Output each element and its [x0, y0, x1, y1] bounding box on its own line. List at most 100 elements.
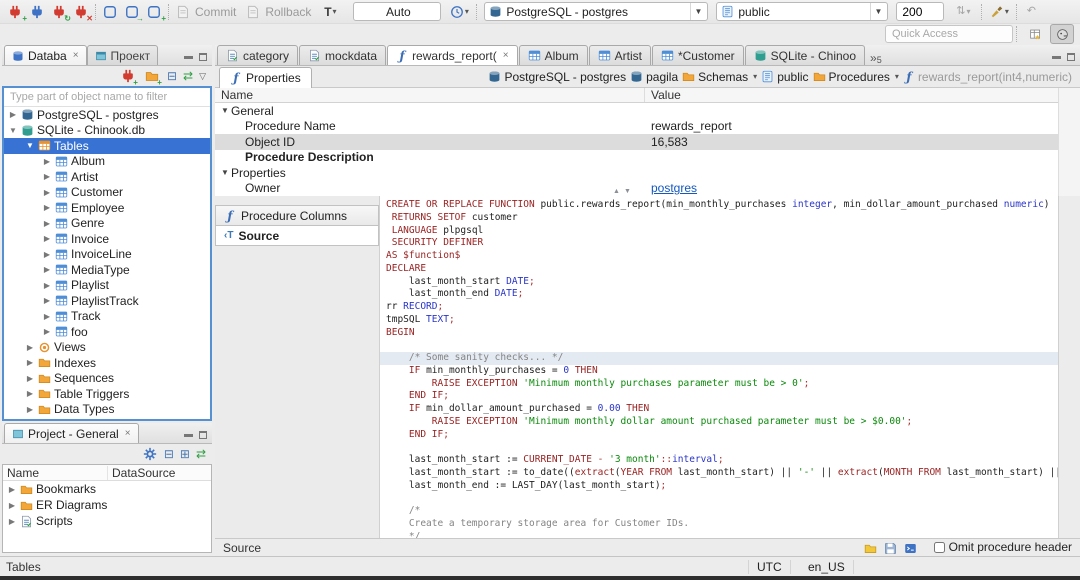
minimize-icon[interactable]: [1052, 55, 1061, 59]
chevron-right-icon[interactable]: ▶: [7, 501, 17, 510]
sync-icon[interactable]: ⇅ ▾: [948, 2, 978, 22]
breadcrumb-item[interactable]: pagila: [630, 70, 678, 84]
tab-procedure-columns[interactable]: ƒ Procedure Columns: [215, 205, 379, 226]
tree-item[interactable]: ▶ Playlist: [4, 278, 210, 294]
tree-item[interactable]: ▶ Employee: [4, 200, 210, 216]
column-name[interactable]: Name: [3, 465, 108, 480]
collapse-all-icon[interactable]: ⊟: [164, 448, 174, 460]
column-name[interactable]: Name: [215, 88, 645, 102]
maximize-icon[interactable]: [199, 431, 207, 439]
combo-arrow-icon[interactable]: ▼: [870, 3, 885, 20]
new-connection-icon[interactable]: +: [119, 66, 138, 87]
chevron-right-icon[interactable]: ▶: [7, 485, 17, 494]
active-connection-combo[interactable]: PostgreSQL - postgres ▼: [484, 2, 709, 21]
tree-item[interactable]: ▶ Data Types: [4, 402, 210, 418]
property-row[interactable]: Procedure Name rewards_report: [215, 119, 1058, 135]
tab-overflow-icon[interactable]: » 5: [866, 51, 886, 65]
format-brush-icon[interactable]: ▾: [985, 2, 1013, 22]
chevron-right-icon[interactable]: ▶: [42, 172, 52, 181]
reconnect-icon[interactable]: ↻: [48, 2, 71, 22]
close-icon[interactable]: ×: [503, 50, 509, 61]
chevron-right-icon[interactable]: ▶: [42, 281, 52, 290]
chevron-down-icon[interactable]: ▾: [753, 72, 757, 81]
tree-item[interactable]: ▶ Genre: [4, 216, 210, 232]
tree-item[interactable]: ▶ Table Triggers: [4, 386, 210, 402]
console-icon[interactable]: [904, 540, 917, 554]
breadcrumb-item[interactable]: ƒ rewards_report(int4,numeric): [903, 70, 1072, 84]
tab-database-navigator[interactable]: Databa ×: [4, 45, 87, 65]
tree-item[interactable]: ▶ Album: [4, 154, 210, 170]
tab-source[interactable]: ‹T Source: [215, 225, 379, 246]
chevron-right-icon[interactable]: ▶: [42, 312, 52, 321]
tree-item[interactable]: ▶ Indexes: [4, 355, 210, 371]
view-menu-icon[interactable]: ▽: [199, 71, 206, 81]
chevron-right-icon[interactable]: ▶: [42, 157, 52, 166]
expand-all-icon[interactable]: ⊞: [180, 448, 190, 460]
chevron-down-icon[interactable]: ▼: [8, 126, 18, 135]
chevron-right-icon[interactable]: ▶: [42, 296, 52, 305]
source-editor[interactable]: CREATE OR REPLACE FUNCTION public.reward…: [380, 196, 1058, 538]
property-row[interactable]: ▼ General: [215, 103, 1058, 119]
commit-button[interactable]: Commit: [195, 5, 236, 19]
column-value[interactable]: Value: [645, 88, 681, 102]
breadcrumb-item[interactable]: public: [761, 70, 809, 84]
editor-tab[interactable]: ƒ rewards_report(×: [387, 45, 518, 65]
commit-mode-combo[interactable]: Auto: [353, 2, 442, 21]
breadcrumb-item[interactable]: Procedures ▾: [813, 70, 899, 84]
tree-item[interactable]: ▶ MediaType: [4, 262, 210, 278]
save-icon[interactable]: [884, 540, 897, 554]
fetch-size-input[interactable]: [896, 2, 945, 21]
chevron-right-icon[interactable]: ▶: [42, 234, 52, 243]
column-datasource[interactable]: DataSource: [108, 466, 175, 480]
open-sql-editor-icon[interactable]: →: [121, 2, 144, 22]
omit-procedure-header-checkbox[interactable]: [933, 541, 945, 553]
tree-item[interactable]: ▼ SQLite - Chinook.db: [4, 123, 210, 139]
tree-item[interactable]: ▶ foo: [4, 324, 210, 340]
tree-item[interactable]: ▶ Customer: [4, 185, 210, 201]
tree-item[interactable]: ▶ PlaylistTrack: [4, 293, 210, 309]
tree-item[interactable]: ▶ Views: [4, 340, 210, 356]
tab-project-general[interactable]: Project - General ×: [4, 423, 139, 443]
undo-icon[interactable]: ↶: [1020, 2, 1042, 22]
maximize-icon[interactable]: [1067, 53, 1075, 61]
tree-item[interactable]: ▶ Track: [4, 309, 210, 325]
chevron-right-icon[interactable]: ▶: [25, 405, 35, 414]
link-with-editor-icon[interactable]: ⇄: [196, 448, 206, 460]
combo-arrow-icon[interactable]: ▼: [690, 3, 705, 20]
chevron-right-icon[interactable]: ▶: [42, 188, 52, 197]
chevron-right-icon[interactable]: ▶: [25, 374, 35, 383]
breadcrumb-item[interactable]: PostgreSQL - postgres: [488, 70, 626, 84]
settings-gear-icon[interactable]: [142, 444, 158, 464]
tab-projects[interactable]: Проект: [86, 45, 159, 65]
chevron-right-icon[interactable]: ▶: [25, 389, 35, 398]
editor-tab[interactable]: *Customer: [651, 45, 744, 65]
property-row[interactable]: ▼ Properties: [215, 165, 1058, 181]
connect-icon[interactable]: [26, 2, 48, 22]
chevron-right-icon[interactable]: ▶: [25, 358, 35, 367]
editor-tab[interactable]: category: [217, 45, 299, 65]
tree-item[interactable]: ▼ Tables: [4, 138, 210, 154]
chevron-right-icon[interactable]: ▶: [7, 517, 17, 526]
collapse-all-icon[interactable]: ⊟: [167, 70, 177, 82]
object-filter-input[interactable]: [4, 88, 210, 107]
tab-properties[interactable]: ƒ Properties: [219, 66, 312, 88]
tree-item[interactable]: ▶ InvoiceLine: [4, 247, 210, 263]
splitter-arrows[interactable]: ▲ ▼: [613, 188, 631, 195]
transaction-history-icon[interactable]: ▾: [445, 2, 473, 22]
quick-access-input[interactable]: [885, 25, 1013, 43]
disconnect-icon[interactable]: ✕: [70, 2, 93, 22]
new-connection-icon[interactable]: +: [4, 2, 27, 22]
property-row[interactable]: Procedure Description: [215, 150, 1058, 166]
link-with-editor-icon[interactable]: ⇄: [183, 70, 193, 82]
property-row[interactable]: Object ID 16,583: [215, 134, 1058, 150]
sql-editor-icon[interactable]: [99, 2, 121, 22]
properties-scrollbar[interactable]: [1058, 88, 1080, 196]
editor-tab[interactable]: SQLite - Chinoo: [744, 45, 866, 65]
active-schema-combo[interactable]: public ▼: [716, 2, 889, 21]
close-icon[interactable]: ×: [125, 428, 131, 439]
editor-tab[interactable]: Artist: [588, 45, 651, 65]
open-file-icon[interactable]: [864, 540, 877, 554]
tree-item[interactable]: ▶ Sequences: [4, 371, 210, 387]
chevron-down-icon[interactable]: ▾: [895, 72, 899, 81]
editor-tab[interactable]: mockdata: [299, 45, 387, 65]
